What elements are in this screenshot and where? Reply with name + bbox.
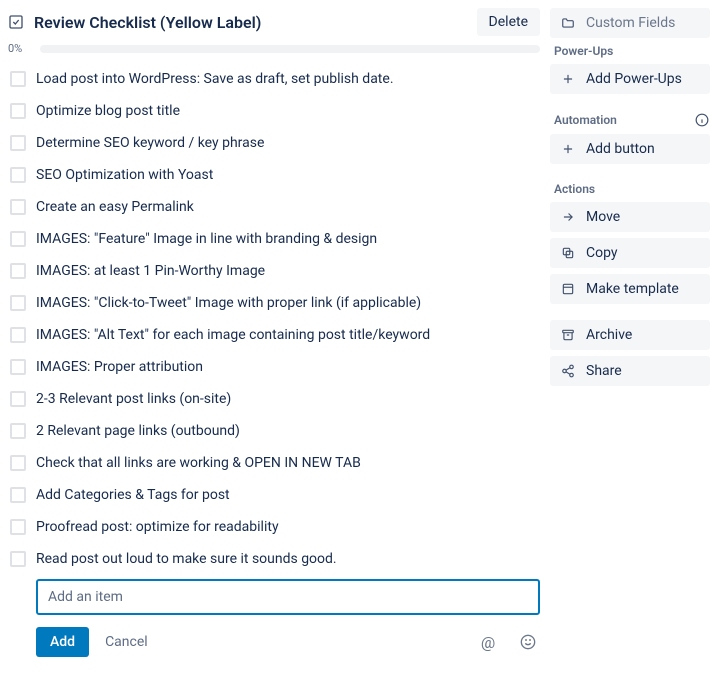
checklist-item[interactable]: 2 Relevant page links (outbound) bbox=[8, 415, 540, 447]
checklist-item[interactable]: IMAGES: "Feature" Image in line with bra… bbox=[8, 223, 540, 255]
move-button[interactable]: Move bbox=[550, 202, 710, 232]
checkbox[interactable] bbox=[10, 519, 26, 535]
checkbox[interactable] bbox=[10, 551, 26, 567]
checklist-item[interactable]: IMAGES: "Alt Text" for each image contai… bbox=[8, 319, 540, 351]
checklist-item[interactable]: Proofread post: optimize for readability bbox=[8, 511, 540, 543]
cancel-add-item-button[interactable]: Cancel bbox=[105, 634, 148, 650]
checkbox[interactable] bbox=[10, 455, 26, 471]
checklist-item[interactable]: Check that all links are working & OPEN … bbox=[8, 447, 540, 479]
checkbox[interactable] bbox=[10, 71, 26, 87]
checkbox[interactable] bbox=[10, 103, 26, 119]
actions-heading: Actions bbox=[550, 182, 710, 196]
move-label: Move bbox=[586, 209, 620, 225]
checklist-panel: Review Checklist (Yellow Label) Delete 0… bbox=[8, 8, 540, 657]
arrow-right-icon bbox=[560, 209, 576, 225]
share-button[interactable]: Share bbox=[550, 356, 710, 386]
add-item-input[interactable] bbox=[36, 579, 540, 615]
copy-icon bbox=[560, 245, 576, 261]
add-automation-label: Add button bbox=[586, 141, 655, 157]
checklist-item[interactable]: Determine SEO keyword / key phrase bbox=[8, 127, 540, 159]
mention-icon[interactable]: @ bbox=[476, 630, 500, 654]
checkbox[interactable] bbox=[10, 135, 26, 151]
archive-button[interactable]: Archive bbox=[550, 320, 710, 350]
delete-checklist-button[interactable]: Delete bbox=[477, 8, 540, 36]
checklist-title: Review Checklist (Yellow Label) bbox=[34, 13, 261, 32]
checklist-item-text: Proofread post: optimize for readability bbox=[36, 518, 279, 536]
checklist-item[interactable]: IMAGES: "Click-to-Tweet" Image with prop… bbox=[8, 287, 540, 319]
archive-label: Archive bbox=[586, 327, 632, 343]
checklist-items: Load post into WordPress: Save as draft,… bbox=[8, 63, 540, 575]
checkbox[interactable] bbox=[10, 359, 26, 375]
checkbox[interactable] bbox=[10, 199, 26, 215]
checkbox[interactable] bbox=[10, 487, 26, 503]
checklist-item-text: Load post into WordPress: Save as draft,… bbox=[36, 70, 394, 88]
checklist-item-text: Optimize blog post title bbox=[36, 102, 180, 120]
emoji-icon[interactable] bbox=[516, 630, 540, 654]
checklist-item[interactable]: Load post into WordPress: Save as draft,… bbox=[8, 63, 540, 95]
automation-heading: Automation bbox=[554, 113, 617, 127]
checklist-item-text: Check that all links are working & OPEN … bbox=[36, 454, 361, 472]
checkbox[interactable] bbox=[10, 263, 26, 279]
checklist-item-text: Determine SEO keyword / key phrase bbox=[36, 134, 264, 152]
checklist-item[interactable]: SEO Optimization with Yoast bbox=[8, 159, 540, 191]
checklist-item-text: Create an easy Permalink bbox=[36, 198, 194, 216]
add-automation-button[interactable]: Add button bbox=[550, 134, 710, 164]
progress-bar bbox=[40, 45, 540, 53]
folder-icon bbox=[560, 15, 576, 31]
add-powerups-button[interactable]: Add Power-Ups bbox=[550, 64, 710, 94]
plus-icon bbox=[560, 71, 576, 87]
custom-fields-label: Custom Fields bbox=[586, 15, 675, 31]
archive-icon bbox=[560, 327, 576, 343]
custom-fields-button[interactable]: Custom Fields bbox=[550, 8, 710, 38]
share-label: Share bbox=[586, 363, 622, 379]
checklist-item[interactable]: Optimize blog post title bbox=[8, 95, 540, 127]
card-sidebar: Custom Fields Power-Ups Add Power-Ups Au… bbox=[550, 8, 710, 657]
checkbox[interactable] bbox=[10, 423, 26, 439]
plus-icon bbox=[560, 141, 576, 157]
copy-button[interactable]: Copy bbox=[550, 238, 710, 268]
checklist-item-text: Add Categories & Tags for post bbox=[36, 486, 230, 504]
info-icon[interactable] bbox=[694, 112, 710, 128]
make-template-button[interactable]: Make template bbox=[550, 274, 710, 304]
share-icon bbox=[560, 363, 576, 379]
checklist-item[interactable]: IMAGES: at least 1 Pin-Worthy Image bbox=[8, 255, 540, 287]
checklist-item[interactable]: Read post out loud to make sure it sound… bbox=[8, 543, 540, 575]
add-item-button[interactable]: Add bbox=[36, 627, 89, 657]
checklist-item-text: IMAGES: "Alt Text" for each image contai… bbox=[36, 326, 430, 344]
checklist-item-text: Read post out loud to make sure it sound… bbox=[36, 550, 337, 568]
checkbox[interactable] bbox=[10, 231, 26, 247]
checkbox[interactable] bbox=[10, 327, 26, 343]
checklist-item-text: IMAGES: "Click-to-Tweet" Image with prop… bbox=[36, 294, 421, 312]
template-icon bbox=[560, 281, 576, 297]
checklist-item[interactable]: 2-3 Relevant post links (on-site) bbox=[8, 383, 540, 415]
checklist-item[interactable]: IMAGES: Proper attribution bbox=[8, 351, 540, 383]
checkbox[interactable] bbox=[10, 391, 26, 407]
make-template-label: Make template bbox=[586, 281, 679, 297]
copy-label: Copy bbox=[586, 245, 618, 261]
checklist-item-text: IMAGES: at least 1 Pin-Worthy Image bbox=[36, 262, 265, 280]
checkbox[interactable] bbox=[10, 295, 26, 311]
add-powerups-label: Add Power-Ups bbox=[586, 71, 682, 87]
checkbox[interactable] bbox=[10, 167, 26, 183]
powerups-heading: Power-Ups bbox=[550, 44, 710, 58]
checklist-item-text: SEO Optimization with Yoast bbox=[36, 166, 213, 184]
checklist-item-text: 2-3 Relevant post links (on-site) bbox=[36, 390, 231, 408]
checklist-item-text: IMAGES: Proper attribution bbox=[36, 358, 203, 376]
progress-percent: 0% bbox=[8, 42, 32, 55]
checklist-item-text: 2 Relevant page links (outbound) bbox=[36, 422, 240, 440]
checklist-icon bbox=[8, 14, 24, 30]
checklist-item[interactable]: Create an easy Permalink bbox=[8, 191, 540, 223]
checklist-item[interactable]: Add Categories & Tags for post bbox=[8, 479, 540, 511]
checklist-item-text: IMAGES: "Feature" Image in line with bra… bbox=[36, 230, 377, 248]
